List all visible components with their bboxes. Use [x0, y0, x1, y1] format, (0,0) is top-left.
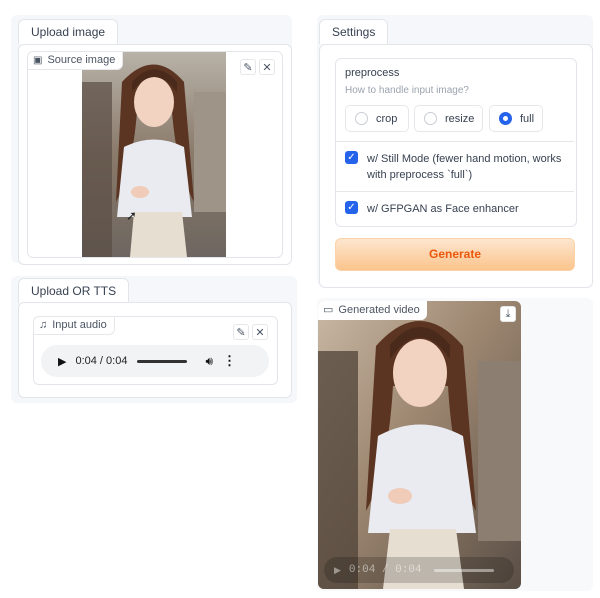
audio-time: 0:04 / 0:04 — [75, 355, 128, 367]
generated-video-block: ▭ Generated video ⤓ ▶ 0:04 / 0:04 — [318, 301, 521, 589]
clear-audio-button[interactable]: ✕ — [252, 324, 268, 340]
settings-divider — [336, 191, 574, 192]
still-mode-checkbox[interactable]: ✓ w/ Still Mode (fewer hand motion, work… — [345, 151, 567, 183]
volume-icon[interactable]: 🔊︎ — [205, 354, 213, 369]
checkbox-checked-icon[interactable]: ✓ — [345, 151, 358, 164]
edit-audio-button[interactable]: ✎ — [233, 324, 249, 340]
radio-icon — [355, 112, 368, 125]
more-options-icon[interactable]: ⋮ — [223, 353, 236, 369]
preprocess-option-label: crop — [376, 112, 398, 125]
download-icon: ⤓ — [505, 307, 511, 320]
input-audio-label-chip: ♫ Input audio — [33, 316, 115, 335]
gfpgan-label: w/ GFPGAN as Face enhancer — [367, 203, 519, 215]
gfpgan-checkbox[interactable]: ✓ w/ GFPGAN as Face enhancer — [345, 201, 567, 217]
still-mode-label: w/ Still Mode (fewer hand motion, works … — [367, 153, 562, 181]
generated-video[interactable] — [318, 301, 521, 589]
source-image-dropzone[interactable]: ▣ Source image ✎ ✕ ➚ — [27, 51, 283, 258]
clear-image-button[interactable]: ✕ — [259, 59, 275, 75]
video-camera-icon: ▭ — [323, 304, 334, 316]
audio-progress-bar[interactable] — [137, 359, 188, 363]
preprocess-label: preprocess — [345, 67, 400, 79]
tab-upload-image[interactable]: Upload image — [18, 19, 119, 44]
music-note-icon: ♫ — [39, 319, 48, 331]
preprocess-info: How to handle input image? — [345, 85, 469, 96]
video-controls[interactable]: ▶ 0:04 / 0:04 — [324, 557, 514, 583]
download-button[interactable]: ⤓ — [500, 306, 516, 322]
preprocess-option-label: full — [520, 112, 535, 125]
checkbox-checked-icon[interactable]: ✓ — [345, 201, 358, 214]
video-progress-bar[interactable] — [433, 568, 494, 572]
input-audio-block: ♫ Input audio ✎ ✕ ▶ 0:04 / 0:04 🔊︎ ⋮ — [33, 316, 278, 385]
play-icon[interactable]: ▶ — [58, 355, 66, 368]
preprocess-option-label: resize — [445, 112, 475, 125]
pencil-icon: ✎ — [236, 326, 246, 339]
generated-video-label-chip: ▭ Generated video — [318, 301, 427, 320]
preprocess-option-crop[interactable]: crop — [345, 105, 409, 132]
video-time: 0:04 / 0:04 — [348, 564, 422, 576]
tab-settings[interactable]: Settings — [319, 19, 389, 44]
tab-upload-or-tts[interactable]: Upload OR TTS — [18, 278, 130, 303]
radio-selected-icon — [499, 112, 512, 125]
preprocess-option-full[interactable]: full — [489, 105, 543, 132]
input-audio-label: Input audio — [52, 319, 107, 331]
generate-button[interactable]: Generate — [335, 238, 575, 271]
pencil-icon: ✎ — [243, 61, 253, 74]
source-image-label-chip: ▣ Source image — [28, 52, 124, 70]
close-icon: ✕ — [262, 61, 272, 74]
play-icon[interactable]: ▶ — [334, 565, 341, 576]
mouse-cursor-icon: ➚ — [126, 208, 137, 223]
preprocess-option-resize[interactable]: resize — [414, 105, 483, 132]
generated-video-label: Generated video — [338, 304, 420, 316]
audio-player[interactable]: ▶ 0:04 / 0:04 🔊︎ ⋮ — [41, 345, 269, 377]
edit-image-button[interactable]: ✎ — [240, 59, 256, 75]
settings-divider — [336, 141, 574, 142]
radio-icon — [424, 112, 437, 125]
source-image — [82, 52, 226, 257]
image-icon: ▣ — [33, 55, 43, 66]
close-icon: ✕ — [255, 326, 265, 339]
source-image-label: Source image — [47, 54, 116, 66]
